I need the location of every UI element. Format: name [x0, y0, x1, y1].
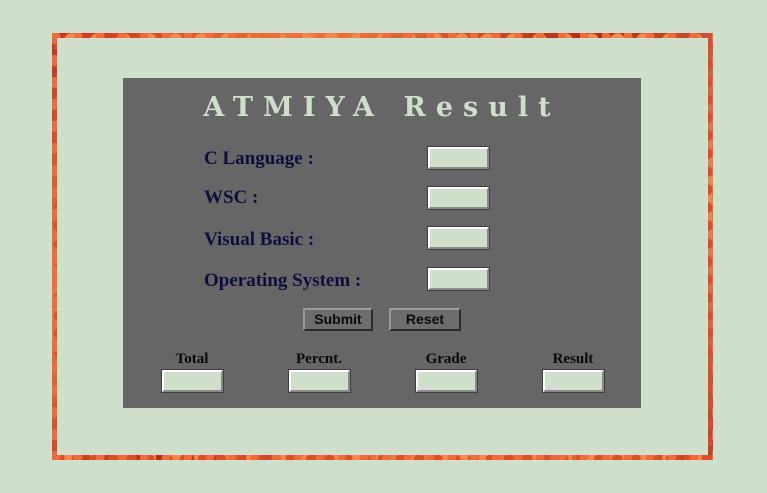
wsc-label: WSC : [204, 187, 259, 208]
visual-basic-input[interactable] [427, 226, 490, 250]
visual-basic-label: Visual Basic : [204, 229, 315, 250]
total-label: Total [175, 351, 209, 367]
grade-output[interactable] [415, 369, 478, 393]
operating-system-label: Operating System : [204, 270, 362, 291]
percentage-output[interactable] [288, 369, 351, 393]
operating-system-input[interactable] [427, 267, 490, 291]
page-title: ATMIYA Result [203, 92, 561, 123]
wsc-input[interactable] [427, 186, 490, 210]
result-output[interactable] [542, 369, 605, 393]
submit-button[interactable]: Submit [303, 308, 373, 331]
total-output[interactable] [161, 369, 224, 393]
c-language-input[interactable] [427, 146, 490, 170]
reset-button[interactable]: Reset [389, 308, 461, 331]
result-form-panel: ATMIYA Result C Language : WSC : Visual … [123, 78, 641, 408]
grade-label: Grade [425, 351, 467, 367]
percentage-label: Percnt. [296, 351, 342, 367]
c-language-label: C Language : [204, 148, 314, 169]
result-label: Result [552, 351, 594, 367]
